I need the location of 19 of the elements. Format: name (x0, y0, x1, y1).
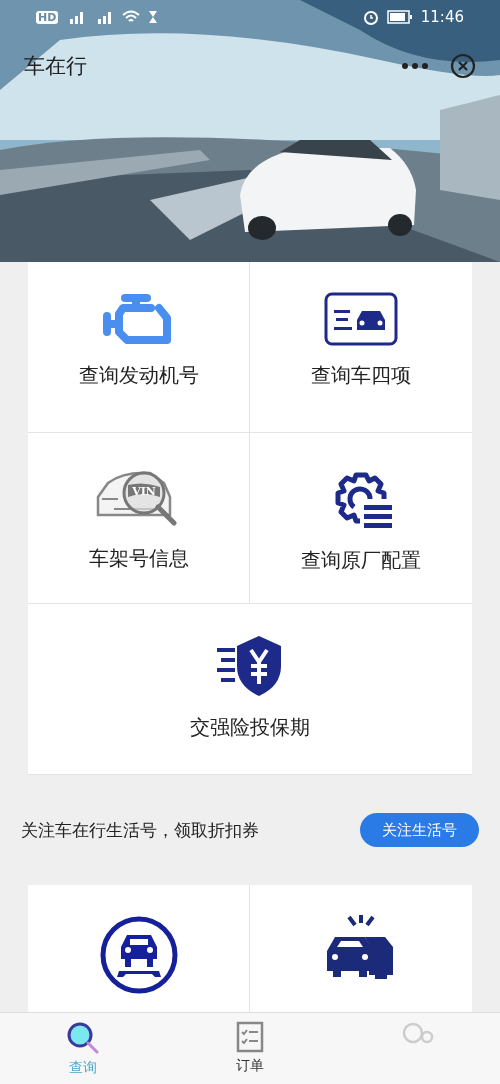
battery-icon (386, 10, 413, 24)
tab[interactable]: 订单 (166, 1013, 334, 1084)
license-card-icon (324, 292, 398, 346)
promo-text: 关注车在行生活号，领取折扣券 (21, 818, 259, 842)
checklist-icon (236, 1021, 264, 1053)
follow-button[interactable]: 关注生活号 (360, 813, 479, 847)
search-icon (66, 1021, 101, 1055)
clock-time: 11:46 (420, 8, 464, 26)
service-tile[interactable]: VIN 车架号信息 (28, 433, 250, 604)
service-tile[interactable]: 查询发动机号 (28, 262, 250, 433)
wifi-icon (122, 10, 141, 24)
more-icon (402, 63, 428, 69)
hourglass-icon (148, 10, 159, 24)
app-title: 车在行 (24, 53, 87, 80)
more-button[interactable] (402, 63, 428, 69)
close-icon (450, 53, 476, 79)
repair-car-icon (98, 915, 179, 995)
close-button[interactable] (450, 53, 476, 79)
alarm-icon (362, 9, 379, 25)
